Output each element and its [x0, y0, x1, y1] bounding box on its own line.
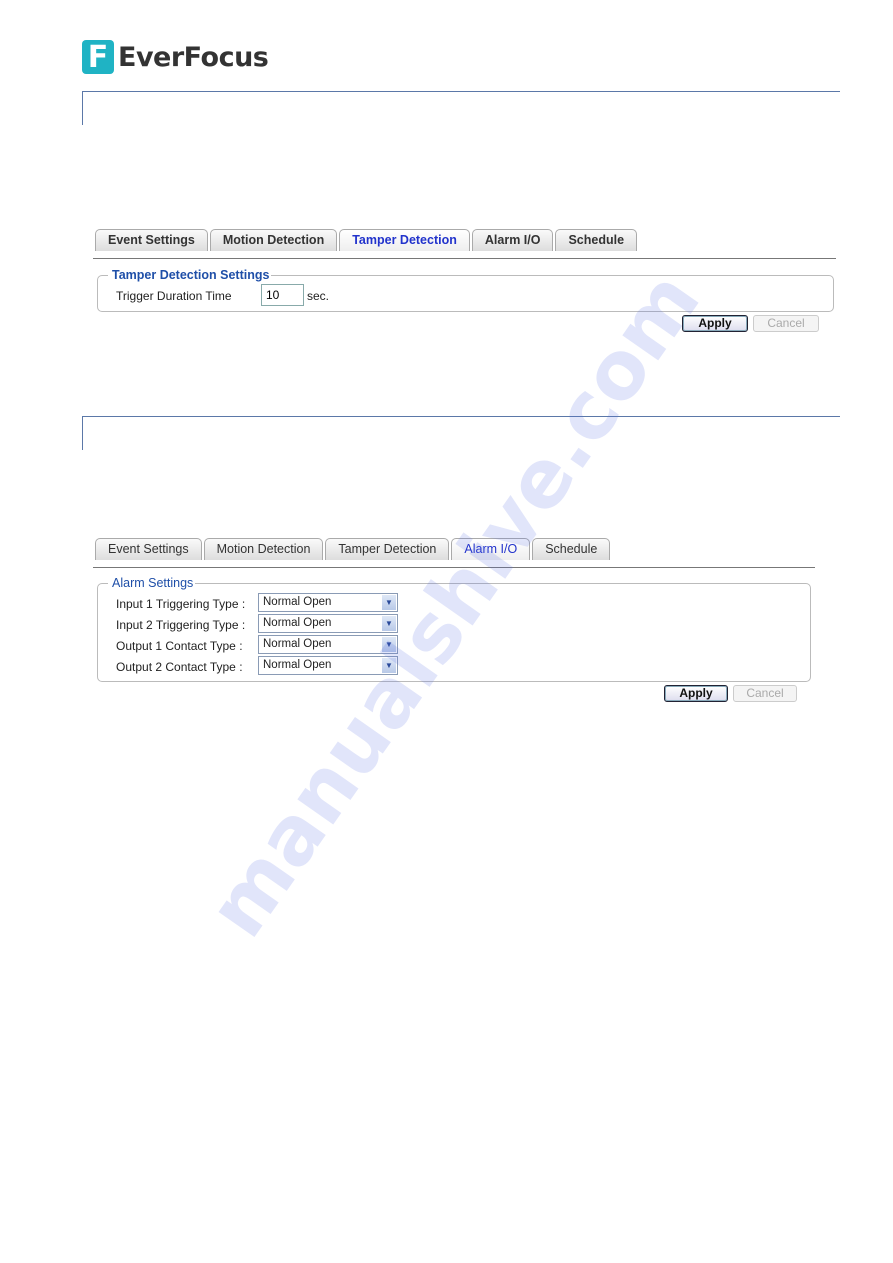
output2-value: Normal Open — [263, 659, 332, 671]
tab-event-settings[interactable]: Event Settings — [95, 229, 208, 251]
cancel-button[interactable]: Cancel — [733, 685, 797, 702]
everfocus-logo: F EverFocus — [82, 40, 269, 75]
tamper-tab-bar: Event Settings Motion Detection Tamper D… — [95, 229, 638, 251]
tab-schedule[interactable]: Schedule — [555, 229, 638, 251]
input1-value: Normal Open — [263, 596, 332, 608]
alarm-tab-bar: Event Settings Motion Detection Tamper D… — [95, 538, 611, 560]
input1-select[interactable]: Normal Open ▼ — [258, 593, 398, 612]
tab-alarm-io[interactable]: Alarm I/O — [471, 229, 554, 251]
tab-rule — [93, 258, 836, 259]
tab-alarm-io[interactable]: Alarm I/O — [451, 538, 531, 560]
tab-motion-detection[interactable]: Motion Detection — [209, 229, 338, 251]
logo-mark-icon: F — [82, 40, 114, 75]
cancel-button[interactable]: Cancel — [753, 315, 819, 332]
tamper-settings-legend: Tamper Detection Settings — [108, 268, 272, 282]
input2-value: Normal Open — [263, 617, 332, 629]
tab-tamper-detection[interactable]: Tamper Detection — [339, 229, 470, 251]
output2-select[interactable]: Normal Open ▼ — [258, 656, 398, 675]
chevron-down-icon: ▼ — [382, 616, 396, 631]
chevron-down-icon: ▼ — [382, 658, 396, 673]
apply-button[interactable]: Apply — [682, 315, 748, 332]
tab-schedule[interactable]: Schedule — [532, 538, 611, 560]
tab-rule — [93, 567, 815, 568]
input1-label: Input 1 Triggering Type : — [116, 597, 246, 611]
trigger-duration-input[interactable]: 10 — [261, 284, 304, 306]
tamper-settings-group: Tamper Detection Settings Trigger Durati… — [97, 268, 834, 312]
chevron-down-icon: ▼ — [382, 637, 396, 652]
section-divider-left — [82, 416, 83, 450]
input2-select[interactable]: Normal Open ▼ — [258, 614, 398, 633]
section-divider — [82, 416, 840, 417]
output2-label: Output 2 Contact Type : — [116, 660, 243, 674]
alarm-settings-legend: Alarm Settings — [108, 576, 196, 590]
apply-button[interactable]: Apply — [664, 685, 728, 702]
input2-label: Input 2 Triggering Type : — [116, 618, 246, 632]
trigger-duration-label: Trigger Duration Time — [116, 289, 232, 303]
output1-label: Output 1 Contact Type : — [116, 639, 243, 653]
logo-text: EverFocus — [118, 41, 269, 73]
alarm-settings-group: Alarm Settings Input 1 Triggering Type :… — [97, 576, 811, 682]
tab-motion-detection[interactable]: Motion Detection — [203, 538, 324, 560]
trigger-unit: sec. — [307, 289, 330, 303]
output1-select[interactable]: Normal Open ▼ — [258, 635, 398, 654]
section-divider — [82, 91, 840, 92]
tab-tamper-detection[interactable]: Tamper Detection — [325, 538, 450, 560]
output1-value: Normal Open — [263, 638, 332, 650]
tab-event-settings[interactable]: Event Settings — [95, 538, 202, 560]
section-divider-left — [82, 91, 83, 125]
chevron-down-icon: ▼ — [382, 595, 396, 610]
